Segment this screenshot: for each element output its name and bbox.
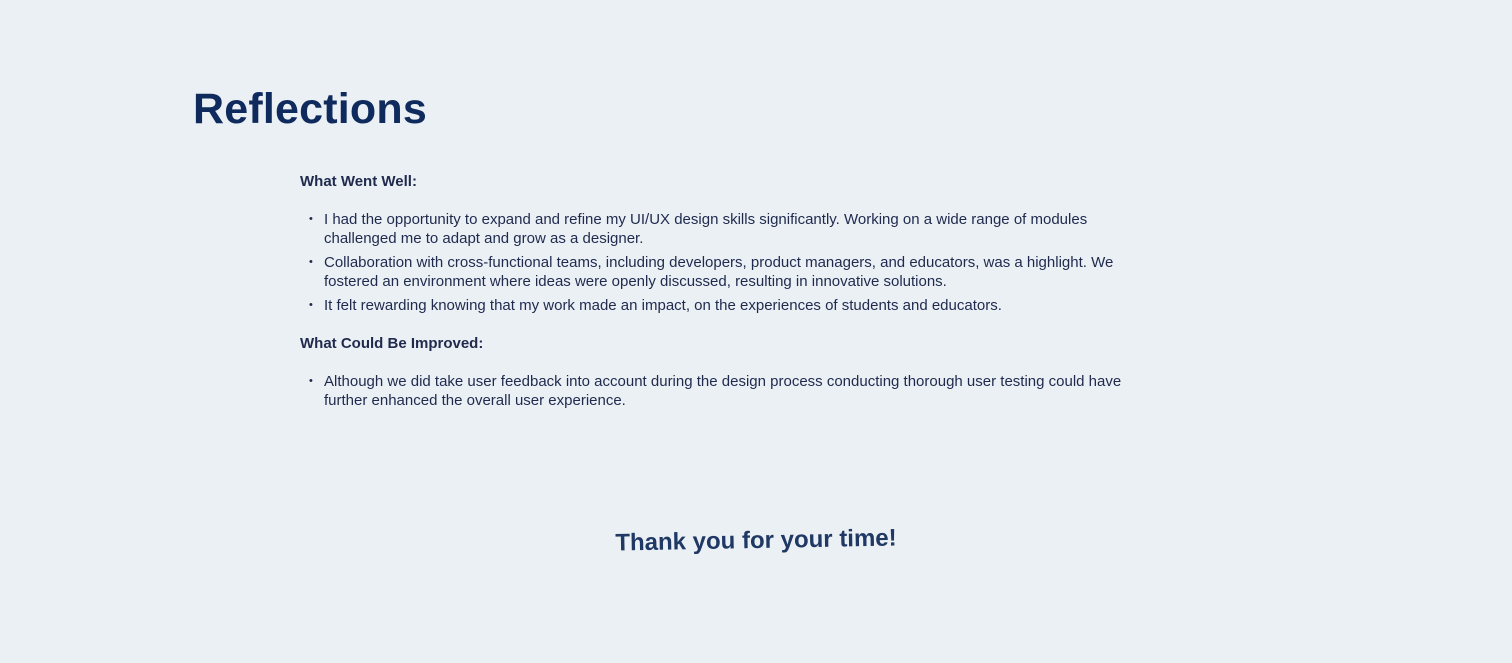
could-improve-list: • Although we did take user feedback int…: [300, 372, 1160, 410]
section-heading-could-improve: What Could Be Improved:: [300, 335, 484, 352]
list-item: • It felt rewarding knowing that my work…: [300, 296, 1160, 315]
list-item-text: Collaboration with cross-functional team…: [324, 254, 1114, 290]
section-heading-went-well: What Went Well:: [300, 173, 417, 190]
bullet-icon: •: [309, 299, 313, 311]
reflections-content: What Went Well: • I had the opportunity …: [300, 172, 1160, 415]
closing-message: Thank you for your time!: [615, 524, 897, 557]
bullet-icon: •: [309, 256, 313, 268]
page-title: Reflections: [193, 85, 427, 133]
bullet-icon: •: [309, 375, 313, 387]
bullet-icon: •: [309, 213, 313, 225]
list-item: • I had the opportunity to expand and re…: [300, 210, 1160, 248]
list-item: • Although we did take user feedback int…: [300, 372, 1160, 410]
list-item-text: I had the opportunity to expand and refi…: [324, 211, 1088, 247]
list-item-text: It felt rewarding knowing that my work m…: [324, 297, 1002, 314]
list-item: • Collaboration with cross-functional te…: [300, 253, 1160, 291]
went-well-list: • I had the opportunity to expand and re…: [300, 210, 1160, 315]
list-item-text: Although we did take user feedback into …: [324, 373, 1122, 409]
